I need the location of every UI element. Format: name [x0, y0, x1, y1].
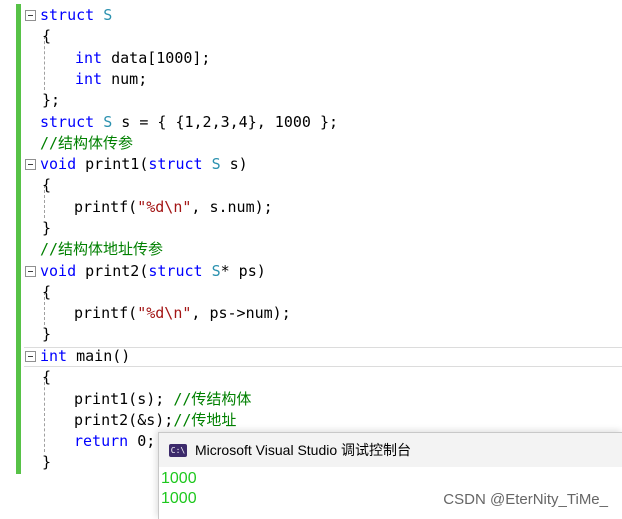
code-line: struct S s = { {1,2,3,4}, 1000 };: [40, 113, 339, 131]
code-line: }: [42, 219, 52, 237]
code-comment: //结构体传参: [40, 134, 134, 152]
code-line: {: [42, 283, 52, 301]
code-line: printf("%d\n", ps->num);: [74, 304, 291, 322]
code-line: {: [42, 368, 52, 386]
code-line: struct S: [40, 6, 113, 24]
collapse-icon[interactable]: [25, 159, 36, 170]
code-line: }: [42, 325, 52, 343]
console-output-line: 1000: [161, 490, 197, 507]
console-title: Microsoft Visual Studio 调试控制台: [195, 442, 412, 458]
code-line: };: [42, 91, 61, 109]
code-line: print2(&s);//传地址: [74, 411, 237, 429]
console-app-icon: C:\: [169, 443, 187, 457]
code-line: int data[1000];: [75, 49, 211, 67]
code-line: void print1(struct S s): [40, 155, 248, 173]
console-output-line: 1000: [161, 470, 197, 487]
collapse-icon[interactable]: [25, 266, 36, 277]
indent-guide: [44, 377, 45, 452]
collapse-icon[interactable]: [25, 10, 36, 21]
code-line: int num;: [75, 70, 148, 88]
code-line: void print2(struct S* ps): [40, 262, 266, 280]
code-line: printf("%d\n", s.num);: [74, 198, 273, 216]
code-line: int main(): [40, 347, 131, 365]
console-title-bar[interactable]: C:\ Microsoft Visual Studio 调试控制台: [159, 433, 622, 467]
watermark: CSDN @EterNity_TiMe_: [443, 491, 608, 508]
code-editor[interactable]: struct S { int data[1000]; int num; }; s…: [0, 0, 622, 480]
code-comment: //结构体地址传参: [40, 240, 164, 258]
code-line: {: [42, 176, 52, 194]
code-line: {: [42, 27, 52, 45]
console-output: 1000 1000: [161, 469, 197, 509]
collapse-icon[interactable]: [25, 351, 36, 362]
code-line: }: [42, 453, 52, 471]
code-line: print1(s); //传结构体: [74, 390, 252, 408]
code-line: return 0;: [74, 432, 156, 450]
